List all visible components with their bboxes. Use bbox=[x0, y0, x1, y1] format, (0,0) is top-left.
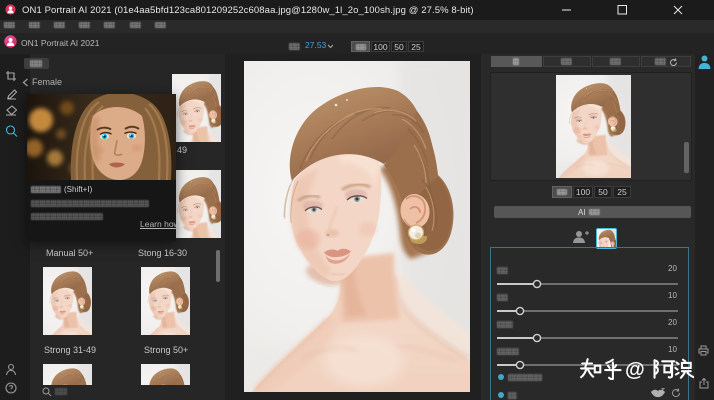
svg-text:@: @ bbox=[625, 359, 645, 380]
